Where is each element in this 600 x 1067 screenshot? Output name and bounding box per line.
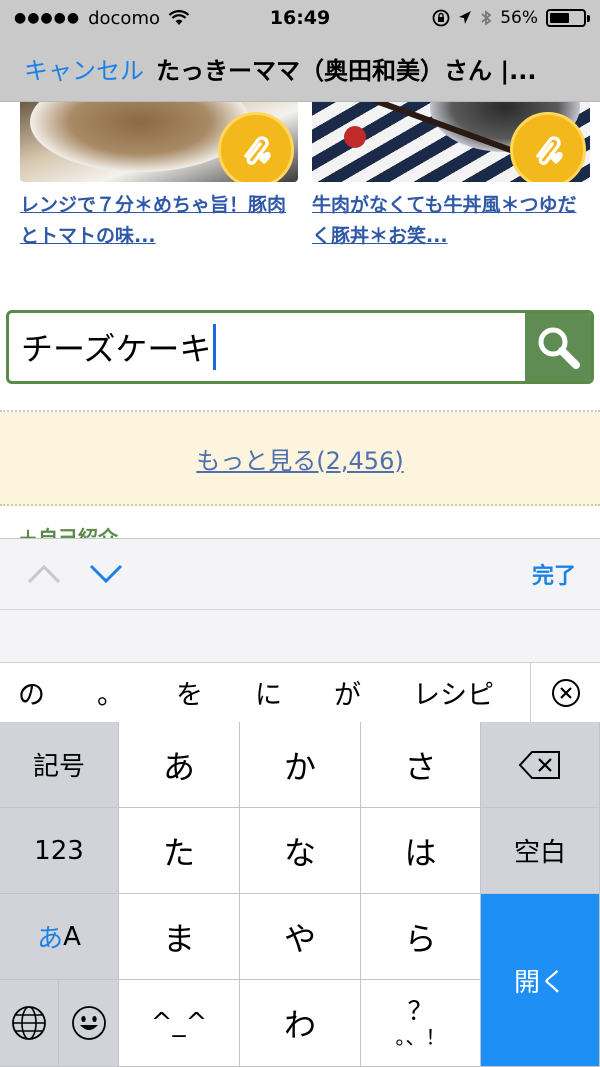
kana-key-na[interactable]: な xyxy=(240,808,361,894)
plate-graphic xyxy=(30,102,250,172)
status-bar: ●●●●● docomo 16:49 56% xyxy=(0,0,600,36)
accessory-spacer xyxy=(0,610,600,662)
close-candidates-button[interactable] xyxy=(530,663,600,722)
next-field-button[interactable] xyxy=(86,554,126,594)
key-label: ？ xyxy=(407,996,434,1027)
clip-button[interactable] xyxy=(218,112,294,182)
candidate-bar: の 。 を に が レシピ バ xyxy=(0,662,600,722)
clip-heart-icon xyxy=(536,136,563,165)
key-label: 。、！ xyxy=(395,1025,446,1050)
carrier-label: docomo xyxy=(88,7,160,29)
wifi-icon xyxy=(168,10,190,25)
battery-icon xyxy=(546,9,590,27)
key-label: 記号 xyxy=(32,752,85,782)
kana-key-sa[interactable]: さ xyxy=(361,722,481,808)
symbols-key[interactable]: 記号 xyxy=(0,722,119,808)
numbers-key[interactable]: 123 xyxy=(0,808,119,894)
emoji-key[interactable] xyxy=(59,980,119,1067)
key-label: 開く xyxy=(513,967,566,998)
backspace-key[interactable] xyxy=(481,722,600,808)
kana-key-ka[interactable]: か xyxy=(240,722,361,808)
key-label: あ xyxy=(162,747,195,786)
recipe-card[interactable]: レンジで７分＊めちゃ旨！豚肉とトマトの味... xyxy=(20,102,298,252)
input-mode-key[interactable]: あA xyxy=(0,894,119,980)
kana-mode-label: あ xyxy=(37,924,64,954)
key-label: さ xyxy=(404,747,437,786)
recipe-image[interactable] xyxy=(20,102,298,182)
key-label: 空白 xyxy=(513,838,566,868)
key-label: ^_^ xyxy=(150,1008,208,1038)
key-label: ら xyxy=(404,919,437,958)
kana-key-ra[interactable]: ら xyxy=(361,894,481,980)
page-title: たっきーママ（奥田和美）さん |... xyxy=(156,57,537,85)
clip-heart-icon xyxy=(244,136,271,165)
chopstick-rest-graphic xyxy=(344,126,366,148)
key-label: な xyxy=(283,833,316,872)
search-box: チーズケーキ xyxy=(6,310,594,384)
signal-dots-icon: ●●●●● xyxy=(14,10,81,26)
candidate-item[interactable]: 。 xyxy=(79,673,124,712)
kana-key-ya[interactable]: や xyxy=(240,894,361,980)
enter-key[interactable]: 開く xyxy=(481,894,600,1067)
recipe-title-link[interactable]: レンジで７分＊めちゃ旨！豚肉とトマトの味... xyxy=(20,190,298,252)
globe-key[interactable] xyxy=(0,980,59,1067)
search-button[interactable] xyxy=(525,313,591,381)
keyboard: 記号 あ か さ 123 た な は 空白 あA ま や ら 開く ^_^ わ … xyxy=(0,722,600,1067)
punctuation-key[interactable]: ？ 。、！ xyxy=(361,980,481,1067)
search-input[interactable]: チーズケーキ xyxy=(9,313,525,381)
key-label: わ xyxy=(283,1006,316,1044)
kana-key-ha[interactable]: は xyxy=(361,808,481,894)
recipe-cards: レンジで７分＊めちゃ旨！豚肉とトマトの味... 牛肉がなくても牛丼風＊つゆだく豚… xyxy=(0,102,600,282)
key-label: 123 xyxy=(34,835,84,866)
alpha-mode-label: A xyxy=(63,921,81,952)
cancel-button[interactable]: キャンセル xyxy=(24,51,144,86)
candidate-item[interactable]: を xyxy=(158,673,203,712)
more-link[interactable]: もっと見る(2,456) xyxy=(196,441,403,476)
clip-button[interactable] xyxy=(510,112,586,182)
key-label: た xyxy=(162,833,195,872)
candidate-item[interactable]: に xyxy=(237,673,282,712)
kana-key-wa[interactable]: わ xyxy=(240,980,361,1067)
orientation-lock-icon xyxy=(432,9,450,27)
backspace-icon xyxy=(518,750,560,779)
emoji-icon xyxy=(71,1006,106,1040)
candidate-list: の 。 を に が レシピ バ xyxy=(0,673,530,712)
candidate-item[interactable]: レシピ xyxy=(395,673,494,712)
done-button[interactable]: 完了 xyxy=(532,558,576,590)
status-left: ●●●●● docomo xyxy=(14,8,432,29)
profile-section-heading: ＋自己紹介 xyxy=(18,526,118,538)
close-circle-icon xyxy=(551,679,580,707)
candidate-item[interactable]: の xyxy=(0,673,45,712)
key-label: ま xyxy=(162,919,195,958)
key-label: や xyxy=(283,919,316,958)
keyboard-accessory-bar: 完了 xyxy=(0,538,600,610)
globe-icon xyxy=(12,1006,46,1040)
key-label: か xyxy=(283,747,316,786)
recipe-card[interactable]: 牛肉がなくても牛丼風＊つゆだく豚丼＊お笑... xyxy=(312,102,590,252)
chevron-down-icon xyxy=(89,564,123,584)
battery-percent: 56% xyxy=(500,8,538,28)
search-icon xyxy=(538,327,580,369)
location-arrow-icon xyxy=(459,11,472,24)
search-input-value: チーズケーキ xyxy=(21,330,212,368)
space-key[interactable]: 空白 xyxy=(481,808,600,894)
kana-key-ma[interactable]: ま xyxy=(119,894,240,980)
kaomoji-key[interactable]: ^_^ xyxy=(119,980,240,1067)
chevron-up-icon xyxy=(27,564,61,584)
nav-bar: キャンセル たっきーママ（奥田和美）さん |... xyxy=(0,36,600,102)
kana-key-ta[interactable]: た xyxy=(119,808,240,894)
candidate-item[interactable]: が xyxy=(316,673,361,712)
recipe-title-link[interactable]: 牛肉がなくても牛丼風＊つゆだく豚丼＊お笑... xyxy=(312,190,590,252)
kana-key-a[interactable]: あ xyxy=(119,722,240,808)
key-label: は xyxy=(404,833,437,872)
status-right: 56% xyxy=(432,8,590,28)
previous-field-button[interactable] xyxy=(24,554,64,594)
recipe-image[interactable] xyxy=(312,102,590,182)
bluetooth-icon xyxy=(481,10,492,26)
more-section: もっと見る(2,456) xyxy=(0,412,600,506)
text-caret xyxy=(213,324,217,370)
